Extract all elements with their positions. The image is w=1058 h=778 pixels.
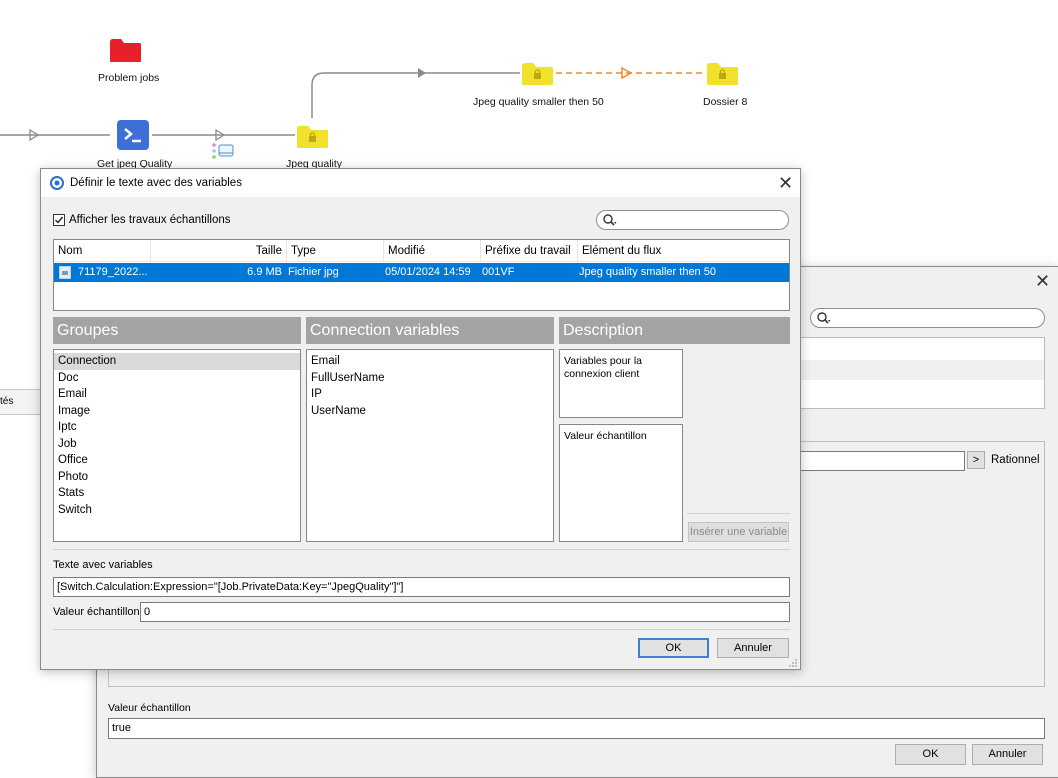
dialog-close-icon[interactable]: ✕ bbox=[778, 174, 793, 192]
left-panel-fragment: tés bbox=[0, 389, 40, 415]
col-prefix[interactable]: Préfixe du travail bbox=[481, 240, 578, 262]
bg-cancel-button[interactable]: Annuler bbox=[972, 744, 1043, 765]
search-icon bbox=[603, 214, 617, 226]
jpeg-smaller-folder-icon[interactable] bbox=[521, 62, 554, 86]
cell-size: 6.9 MB bbox=[247, 266, 282, 278]
group-item[interactable]: Job bbox=[54, 436, 300, 453]
group-item[interactable]: Office bbox=[54, 452, 300, 469]
search-input[interactable] bbox=[596, 210, 789, 230]
left-panel-fragment-label: tés bbox=[0, 396, 14, 407]
insert-separator bbox=[687, 513, 790, 514]
group-item[interactable]: Iptc bbox=[54, 419, 300, 436]
sample-jobs-table[interactable]: Nom Taille Type Modifié Préfixe du trava… bbox=[53, 239, 790, 311]
group-item[interactable]: Email bbox=[54, 386, 300, 403]
text-variables-label: Texte avec variables bbox=[53, 559, 153, 571]
description-box: Variables pour la connexion client bbox=[559, 349, 683, 418]
group-item[interactable]: Doc bbox=[54, 370, 300, 387]
col-element[interactable]: Elément du flux bbox=[578, 240, 789, 262]
groups-list[interactable]: Connection Doc Email Image Iptc Job Offi… bbox=[53, 349, 301, 542]
variables-list[interactable]: Email FullUserName IP UserName bbox=[306, 349, 554, 542]
buttons-separator bbox=[53, 629, 790, 630]
bg-list[interactable] bbox=[799, 337, 1045, 409]
private-data-icon bbox=[212, 143, 234, 159]
col-modified[interactable]: Modifié bbox=[384, 240, 481, 262]
group-item[interactable]: Stats bbox=[54, 485, 300, 502]
sample-value-field[interactable]: 0 bbox=[140, 602, 790, 622]
variable-item[interactable]: IP bbox=[307, 386, 553, 403]
table-header: Nom Taille Type Modifié Préfixe du trava… bbox=[54, 240, 789, 262]
bg-expression-field[interactable] bbox=[799, 451, 965, 471]
cell-name: 71179_2022... bbox=[78, 266, 148, 278]
bg-list-row[interactable] bbox=[800, 360, 1044, 380]
problem-jobs-folder-icon[interactable] bbox=[109, 38, 142, 63]
show-samples-checkbox[interactable] bbox=[53, 214, 65, 226]
main-separator bbox=[53, 549, 790, 550]
dossier8-folder-icon[interactable] bbox=[706, 62, 739, 86]
rationnel-label: Rationnel bbox=[991, 454, 1040, 466]
sample-value-box-label: Valeur échantillon bbox=[564, 430, 647, 442]
show-samples-label[interactable]: Afficher les travaux échantillons bbox=[69, 214, 231, 226]
close-icon[interactable]: ✕ bbox=[1035, 272, 1050, 290]
sample-value-label: Valeur échantillon bbox=[53, 606, 140, 618]
script-element-icon[interactable] bbox=[117, 120, 149, 150]
insert-variable-button[interactable]: Insérer une variable bbox=[688, 522, 789, 542]
resize-grip-icon[interactable] bbox=[788, 658, 798, 668]
cell-prefix: 001VF bbox=[482, 266, 515, 278]
bg-arrow-button[interactable]: > bbox=[967, 451, 985, 469]
variable-item[interactable]: UserName bbox=[307, 403, 553, 420]
cell-type: Fichier jpg bbox=[288, 266, 339, 278]
variable-item[interactable]: FullUserName bbox=[307, 370, 553, 387]
variables-header: Connection variables bbox=[306, 317, 554, 344]
sample-value-box: Valeur échantillon bbox=[559, 424, 683, 542]
bg-sample-label: Valeur échantillon bbox=[108, 702, 191, 714]
text-variables-field[interactable]: [Switch.Calculation:Expression="[Job.Pri… bbox=[53, 577, 790, 597]
group-item[interactable]: Image bbox=[54, 403, 300, 420]
group-item[interactable]: Photo bbox=[54, 469, 300, 486]
cancel-button[interactable]: Annuler bbox=[717, 638, 789, 658]
col-name[interactable]: Nom bbox=[54, 240, 151, 262]
check-icon bbox=[55, 216, 64, 224]
bg-sample-field[interactable]: true bbox=[108, 718, 1045, 739]
ok-button[interactable]: OK bbox=[638, 638, 709, 658]
jpeg-quality-folder-icon[interactable] bbox=[296, 125, 329, 149]
bg-ok-button[interactable]: OK bbox=[895, 744, 966, 765]
table-row[interactable]: 71179_2022... 6.9 MB Fichier jpg 05/01/2… bbox=[54, 263, 789, 282]
variable-item[interactable]: Email bbox=[307, 353, 553, 370]
define-text-dialog: Définir le texte avec des variables ✕ Af… bbox=[40, 168, 801, 670]
problem-jobs-label: Problem jobs bbox=[98, 72, 160, 84]
cell-modified: 05/01/2024 14:59 bbox=[385, 266, 471, 278]
col-size[interactable]: Taille bbox=[151, 240, 287, 262]
group-item[interactable]: Connection bbox=[54, 353, 300, 370]
search-icon bbox=[817, 312, 831, 324]
groups-header: Groupes bbox=[53, 317, 301, 344]
description-header: Description bbox=[559, 317, 790, 344]
group-item[interactable]: Switch bbox=[54, 502, 300, 519]
bg-search-input[interactable] bbox=[810, 308, 1045, 328]
app-icon bbox=[50, 176, 64, 190]
file-icon bbox=[59, 266, 71, 279]
dialog-titlebar: Définir le texte avec des variables ✕ bbox=[41, 169, 800, 197]
dossier8-label: Dossier 8 bbox=[703, 96, 748, 108]
col-type[interactable]: Type bbox=[287, 240, 384, 262]
cell-element: Jpeg quality smaller then 50 bbox=[579, 266, 716, 278]
jpeg-smaller-label: Jpeg quality smaller then 50 bbox=[473, 96, 604, 108]
dialog-title: Définir le texte avec des variables bbox=[70, 177, 242, 189]
description-text: Variables pour la connexion client bbox=[564, 355, 643, 380]
